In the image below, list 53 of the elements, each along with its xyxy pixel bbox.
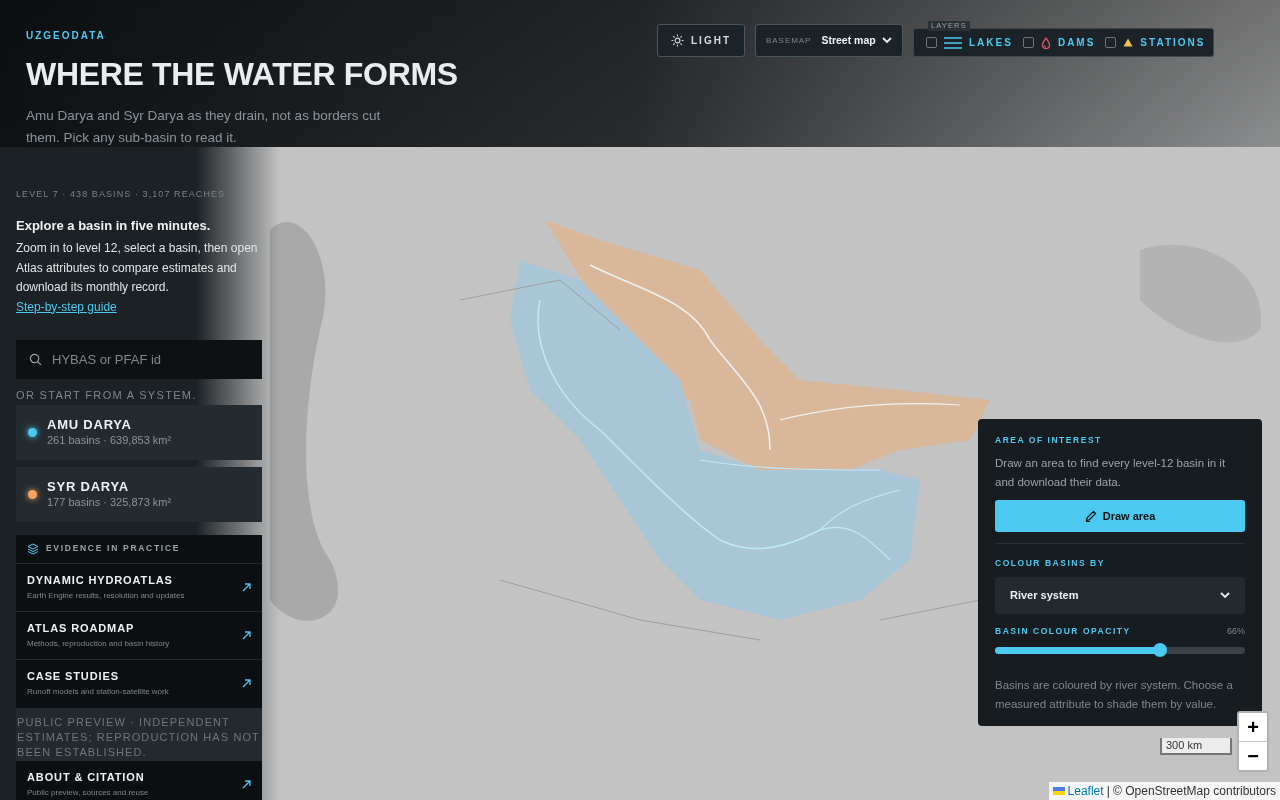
checkbox[interactable] (1022, 37, 1034, 48)
section-label: OR START FROM A SYSTEM. (16, 388, 198, 403)
checkbox[interactable] (1105, 37, 1117, 48)
river-system-button[interactable]: SYR DARYA 177 basins · 325,873 km² (16, 466, 262, 522)
map-scale: 300 km (1160, 738, 1232, 755)
zoom-out-button[interactable]: − (1239, 742, 1267, 770)
draw-area-button[interactable]: Draw area (995, 499, 1245, 532)
slider-thumb[interactable] (1153, 643, 1167, 657)
drop-icon (1040, 36, 1051, 49)
arrow-up-right-icon (242, 779, 251, 789)
pencil-icon (1084, 509, 1097, 522)
layer-toggle[interactable]: LAKES (926, 35, 1013, 50)
panel-heading: AREA OF INTEREST (995, 434, 1103, 447)
attribution-text: | © OpenStreetMap contributors (1106, 783, 1276, 800)
page-title: WHERE THE WATER FORMS (26, 55, 459, 94)
slider-reading: 66% (1227, 624, 1245, 638)
preview-notice: PUBLIC PREVIEW · INDEPENDENT ESTIMATES; REPRODUCTION HAS NOT BEEN ESTABLISHED. (16, 707, 262, 761)
theme-toggle-button[interactable]: LIGHT (657, 24, 745, 57)
brand-name: UZGEODATA (26, 29, 107, 43)
arrow-up-right-icon (242, 582, 251, 592)
river-system-button[interactable]: AMU DARYA 261 basins · 639,853 km² (16, 404, 262, 460)
colour-by-select[interactable]: River system (995, 576, 1245, 614)
layers-icon (27, 542, 39, 555)
resource-link[interactable]: ABOUT & CITATION Public preview, sources and reuse (16, 760, 262, 800)
intro-text: Zoom in to level 12, select a basin, then open Atlas attributes to compare estimates and download its monthly record. Step-by-step guide (16, 240, 259, 316)
lines-icon (944, 36, 962, 49)
resource-link[interactable]: CASE STUDIES Runoff models and station-satellite work (16, 659, 262, 708)
resource-link[interactable]: ATLAS ROADMAP Methods, reproduction and basin history (16, 611, 262, 660)
intro-heading: Explore a basin in five minutes. (16, 216, 212, 235)
guide-link[interactable]: Step-by-step guide (16, 299, 117, 314)
slider-label: BASIN COLOUR OPACITY (995, 624, 1131, 638)
leaflet-link[interactable]: Leaflet (1067, 782, 1104, 800)
sun-icon (671, 34, 684, 47)
chevron-down-icon (882, 37, 892, 44)
layer-toggle[interactable]: STATIONS (1105, 35, 1206, 50)
zoom-in-button[interactable]: + (1239, 713, 1267, 742)
resource-link[interactable]: DYNAMIC HYDROATLAS Earth Engine results, resolution and updates (16, 563, 262, 612)
page-subtitle: Amu Darya and Syr Darya as they drain, not as borders cut them. Pick any sub-basin to read it. (26, 107, 382, 147)
panel-heading: COLOUR BASINS BY (995, 556, 1106, 570)
basemap-select[interactable]: BASEMAP Street map (755, 24, 903, 57)
panel-note: Basins are coloured by river system. Choose a measured attribute to shade them by value. (995, 678, 1234, 712)
flag-icon (1052, 787, 1065, 795)
layer-toggle[interactable]: DAMS (1022, 35, 1096, 50)
chevron-down-icon (1220, 591, 1230, 599)
evidence-heading: EVIDENCE IN PRACTICE (46, 542, 181, 555)
triangle-icon (1123, 38, 1134, 47)
panel-text: Draw an area to find every level-12 basin in it and download their data. (995, 455, 1227, 490)
search-icon (29, 353, 42, 366)
search-field[interactable]: HYBAS or PFAF id (16, 340, 262, 379)
opacity-slider[interactable] (995, 643, 1245, 657)
arrow-up-right-icon (242, 630, 251, 640)
arrow-up-right-icon (242, 679, 251, 688)
checkbox[interactable] (926, 37, 937, 48)
